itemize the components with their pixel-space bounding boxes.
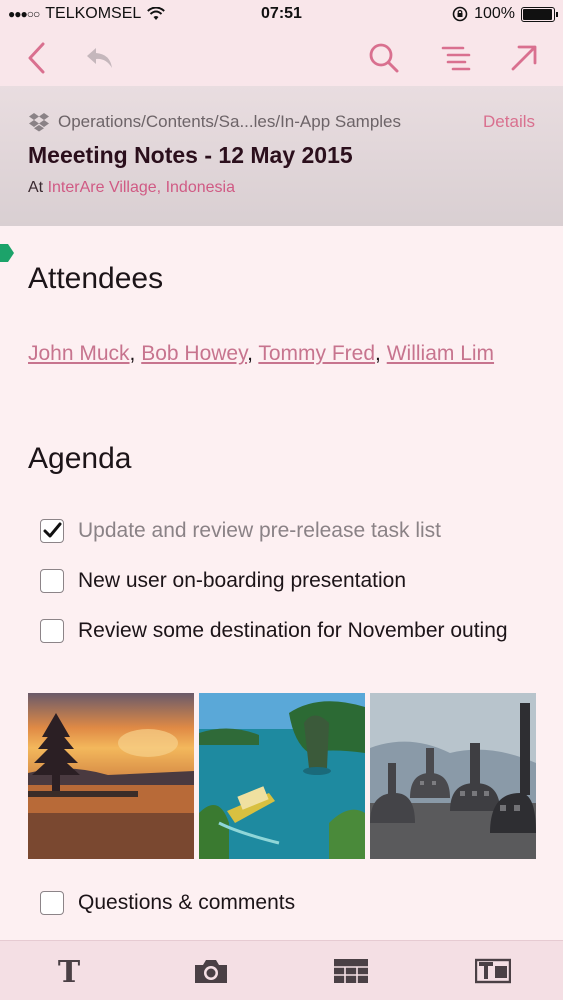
search-button[interactable]: [364, 38, 404, 78]
orientation-lock-icon: [452, 6, 468, 22]
location-prefix: At: [28, 179, 44, 196]
undo-icon: [87, 48, 112, 68]
checkbox-checked[interactable]: [40, 519, 64, 543]
top-toolbar: [0, 30, 563, 86]
note-title[interactable]: Meeeting Notes - 12 May 2015: [28, 142, 535, 169]
todo-text[interactable]: Update and review pre-release task list: [78, 514, 441, 548]
todo-item: Update and review pre-release task list: [40, 514, 520, 548]
todo-item: Questions & comments: [40, 886, 520, 920]
attendee-link[interactable]: John Muck: [28, 342, 130, 365]
agenda-heading: Agenda: [28, 442, 132, 475]
text-format-button[interactable]: T: [44, 949, 94, 993]
tag-marker[interactable]: [0, 244, 14, 262]
attendee-link[interactable]: Bob Howey: [141, 342, 247, 365]
svg-text:T: T: [58, 956, 81, 986]
bottom-toolbar: T: [0, 940, 563, 1000]
todo-item: New user on-boarding presentation: [40, 564, 520, 598]
borobudur-stupas-photo[interactable]: [370, 693, 536, 859]
battery-percent: 100%: [474, 5, 515, 22]
attendee-link[interactable]: Tommy Fred: [258, 342, 375, 365]
table-button[interactable]: [326, 949, 376, 993]
photo-strip: [28, 693, 536, 859]
attendees-heading: Attendees: [28, 262, 164, 295]
outline-button[interactable]: [436, 38, 476, 78]
checkbox[interactable]: [40, 619, 64, 643]
note-location: At InterAre Village, Indonesia: [28, 179, 535, 197]
separator: ,: [129, 342, 142, 365]
todo-text[interactable]: New user on-boarding presentation: [78, 564, 406, 598]
chevron-left-icon: [28, 42, 45, 74]
back-button[interactable]: [16, 38, 56, 78]
note-body[interactable]: Attendees John Muck, Bob Howey, Tommy Fr…: [0, 226, 563, 940]
text-format-icon: T: [58, 956, 81, 986]
battery-icon: [521, 6, 558, 22]
lagoon-boat-photo[interactable]: [199, 693, 365, 859]
undo-button[interactable]: [80, 38, 120, 78]
details-link[interactable]: Details: [483, 112, 535, 132]
checkbox[interactable]: [40, 569, 64, 593]
todo-text[interactable]: Review some destination for November out…: [78, 614, 508, 648]
camera-button[interactable]: [186, 949, 236, 993]
notebook-path-row: Operations/Contents/Sa...les/In-App Samp…: [28, 112, 535, 132]
search-icon: [369, 43, 399, 73]
attendees-list: John Muck, Bob Howey, Tommy Fred, Willia…: [28, 336, 528, 372]
dropbox-icon: [29, 113, 49, 132]
todo-text[interactable]: Questions & comments: [78, 886, 295, 920]
attendee-link[interactable]: William Lim: [387, 342, 494, 365]
arrow-up-right-icon: [511, 45, 537, 71]
checkmark-icon: [43, 522, 62, 538]
separator: ,: [247, 342, 259, 365]
status-bar: ●●●○○ TELKOMSEL 07:51 100%: [0, 0, 563, 30]
note-header: Operations/Contents/Sa...les/In-App Samp…: [0, 86, 563, 226]
camera-icon: [195, 960, 227, 983]
table-icon: [334, 959, 368, 983]
outline-list-icon: [441, 46, 471, 71]
separator: ,: [375, 342, 387, 365]
checkbox[interactable]: [40, 891, 64, 915]
notebook-path[interactable]: Operations/Contents/Sa...les/In-App Samp…: [58, 112, 483, 132]
location-link[interactable]: InterAre Village, Indonesia: [48, 179, 235, 196]
text-box-button[interactable]: [468, 949, 518, 993]
status-right: 100%: [452, 5, 558, 23]
todo-item: Review some destination for November out…: [40, 614, 510, 648]
text-box-icon: [475, 958, 511, 984]
share-button[interactable]: [504, 38, 544, 78]
temple-sunset-photo[interactable]: [28, 693, 194, 859]
